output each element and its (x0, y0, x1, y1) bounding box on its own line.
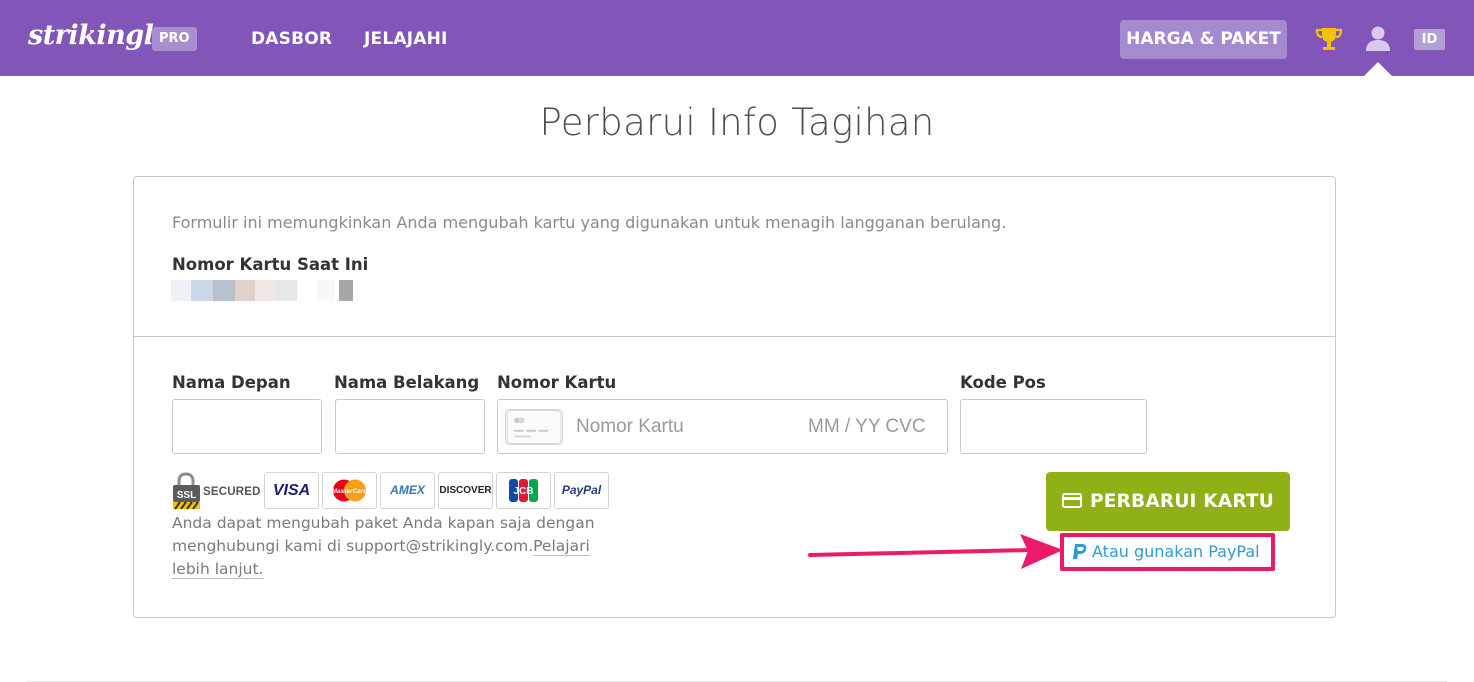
postal-code-label: Kode Pos (960, 373, 1046, 392)
visa-logo-text: VISA (272, 482, 311, 499)
mastercard-logo-text: MasterCard (332, 488, 369, 495)
use-paypal-label: Atau gunakan PayPal (1092, 542, 1260, 561)
dropdown-caret-icon (1364, 62, 1392, 76)
top-nav-bar: strikingly PRO DASBOR JELAJAHI HARGA & P… (0, 0, 1474, 76)
nav-link-dasbor[interactable]: DASBOR (251, 29, 332, 49)
masked-card-number (171, 280, 353, 301)
trophy-icon[interactable] (1315, 25, 1343, 53)
section-divider (134, 336, 1335, 337)
card-number-input[interactable]: Nomor Kartu MM / YY CVC (497, 399, 948, 454)
amex-logo-text: AMEX (390, 483, 425, 497)
intro-text: Formulir ini memungkinkan Anda mengubah … (172, 213, 1007, 232)
paypal-icon (1073, 543, 1087, 559)
card-number-label: Nomor Kartu (497, 373, 617, 392)
mastercard-mark: MasterCard (332, 479, 369, 502)
help-text-body: Anda dapat mengubah paket Anda kapan saj… (172, 514, 595, 555)
jcb-logo: JCB (496, 472, 551, 509)
mastercard-logo: MasterCard (322, 472, 377, 509)
update-card-label: PERBARUI KARTU (1090, 491, 1274, 512)
user-icon[interactable] (1364, 24, 1392, 52)
paypal-logo-text: PayPal (561, 483, 602, 497)
last-name-label: Nama Belakang (334, 373, 480, 392)
pro-badge: PRO (152, 27, 197, 51)
discover-logo: DISCOVER (438, 472, 493, 509)
paypal-logo: PayPal (554, 472, 609, 509)
last-name-input[interactable] (335, 399, 485, 454)
ssl-secured-badge: SSL SECURED (172, 472, 264, 510)
jcb-logo-text: JCB (513, 486, 533, 497)
postal-code-input[interactable] (960, 399, 1147, 454)
current-card-label: Nomor Kartu Saat Ini (172, 255, 369, 274)
strikingly-logo[interactable]: strikingly (28, 20, 169, 51)
visa-logo: VISA (264, 472, 319, 509)
first-name-label: Nama Depan (172, 373, 291, 392)
card-number-placeholder: Nomor Kartu (576, 416, 684, 437)
paypal-highlight-box: Atau gunakan PayPal (1060, 533, 1275, 571)
first-name-input[interactable] (172, 399, 322, 454)
pricing-button[interactable]: HARGA & PAKET (1120, 20, 1287, 59)
padlock-icon: SSL (173, 472, 200, 510)
discover-logo-text: DISCOVER (439, 485, 492, 496)
billing-card: Formulir ini memungkinkan Anda mengubah … (133, 176, 1336, 618)
ssl-secured-label: SECURED (203, 486, 261, 498)
jcb-mark: JCB (509, 479, 538, 502)
help-text: Anda dapat mengubah paket Anda kapan saj… (172, 512, 632, 581)
nav-link-jelajahi[interactable]: JELAJAHI (364, 29, 448, 49)
annotation-arrow-icon (808, 534, 1063, 569)
credit-card-icon (1062, 493, 1083, 508)
page-title: Perbarui Info Tagihan (539, 101, 935, 144)
amex-logo: AMEX (380, 472, 435, 509)
credit-card-icon (505, 409, 563, 445)
language-selector[interactable]: ID (1414, 29, 1445, 50)
svg-text:SSL: SSL (177, 490, 196, 501)
update-card-button[interactable]: PERBARUI KARTU (1046, 472, 1290, 531)
expiry-cvc-placeholder: MM / YY CVC (808, 416, 926, 437)
use-paypal-link[interactable]: Atau gunakan PayPal (1072, 542, 1260, 561)
